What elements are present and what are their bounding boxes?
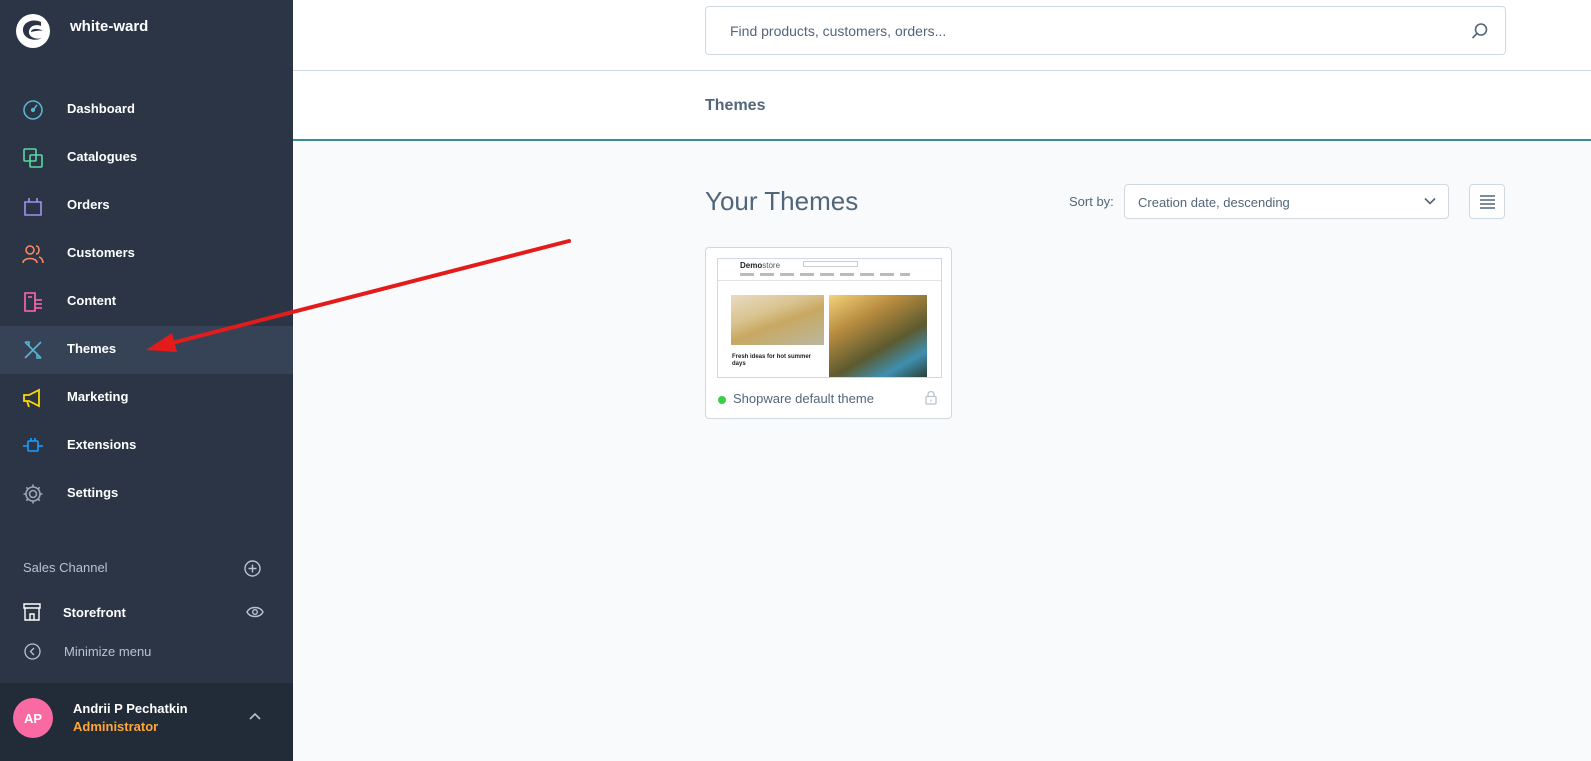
main-navigation: Dashboard Catalogues Orders Customers Co… (0, 86, 293, 518)
preview-headline: Fresh ideas for hot summer days (732, 354, 812, 367)
search-icon[interactable] (1471, 22, 1489, 40)
nav-label: Themes (67, 341, 117, 356)
section-title: Your Themes (705, 186, 859, 216)
sort-label: Sort by: (1069, 194, 1114, 209)
customers-icon (22, 245, 44, 264)
themes-icon (24, 341, 42, 359)
lock-icon (925, 390, 937, 405)
sales-channel-item-storefront[interactable]: Storefront (0, 594, 293, 634)
minimize-menu-label: Minimize menu (64, 644, 152, 659)
avatar: AP (13, 698, 53, 738)
nav-item-dashboard[interactable]: Dashboard (0, 86, 293, 134)
chevron-left-circle-icon (24, 643, 41, 660)
chevron-down-icon (1424, 197, 1436, 205)
sales-channel-header: Sales Channel (23, 560, 108, 575)
sort-value: Creation date, descending (1138, 195, 1290, 210)
preview-search-bar (803, 261, 858, 267)
list-view-button[interactable] (1469, 184, 1505, 219)
shop-name: white-ward (70, 18, 149, 35)
sidebar: white-ward Dashboard Catalogues Orders C… (0, 0, 293, 761)
minimize-menu-button[interactable]: Minimize menu (0, 640, 293, 670)
nav-item-settings[interactable]: Settings (0, 470, 293, 518)
nav-label: Orders (67, 197, 110, 212)
nav-item-content[interactable]: Content (0, 278, 293, 326)
brand[interactable]: white-ward (15, 13, 148, 49)
theme-preview-image: Demostore Fresh ideas for hot summer day… (717, 258, 942, 378)
dashboard-icon (23, 100, 43, 120)
eye-icon[interactable] (246, 605, 264, 619)
global-search-input[interactable]: Find products, customers, orders... (705, 6, 1506, 55)
storefront-icon (23, 603, 41, 621)
preview-photo-girl (731, 295, 824, 345)
nav-item-customers[interactable]: Customers (0, 230, 293, 278)
catalogue-icon (23, 148, 43, 168)
nav-label: Extensions (67, 437, 137, 452)
theme-card[interactable]: Demostore Fresh ideas for hot summer day… (705, 247, 952, 419)
nav-label: Customers (67, 245, 135, 260)
user-name: Andrii P Pechatkin (73, 701, 188, 716)
page-header (293, 71, 1591, 141)
marketing-icon (23, 388, 40, 408)
page-title: Themes (705, 97, 766, 114)
extensions-icon (23, 438, 43, 452)
preview-photo-pool (829, 295, 927, 377)
list-view-icon (1480, 195, 1495, 209)
nav-item-themes[interactable]: Themes (0, 326, 293, 374)
content-icon (24, 292, 42, 312)
nav-label: Dashboard (67, 101, 135, 116)
nav-item-catalogues[interactable]: Catalogues (0, 134, 293, 182)
orders-icon (24, 198, 42, 216)
nav-item-marketing[interactable]: Marketing (0, 374, 293, 422)
chevron-up-icon[interactable] (248, 711, 262, 721)
nav-label: Catalogues (67, 149, 138, 164)
preview-divider (718, 280, 941, 281)
preview-logo: Demostore (740, 261, 781, 270)
theme-name: Shopware default theme (733, 391, 874, 406)
nav-item-orders[interactable]: Orders (0, 182, 293, 230)
add-sales-channel-icon[interactable] (244, 560, 261, 577)
storefront-label: Storefront (63, 605, 126, 620)
nav-label: Settings (67, 485, 119, 500)
shopware-logo-icon (16, 14, 50, 48)
nav-label: Content (67, 293, 117, 308)
active-status-dot (718, 396, 726, 404)
preview-nav (740, 273, 910, 276)
sort-select[interactable]: Creation date, descending (1124, 184, 1449, 219)
user-menu[interactable]: AP Andrii P Pechatkin Administrator (0, 683, 293, 761)
search-placeholder: Find products, customers, orders... (730, 23, 947, 39)
nav-item-extensions[interactable]: Extensions (0, 422, 293, 470)
nav-label: Marketing (67, 389, 129, 404)
settings-icon (23, 484, 43, 504)
user-role: Administrator (73, 719, 159, 734)
